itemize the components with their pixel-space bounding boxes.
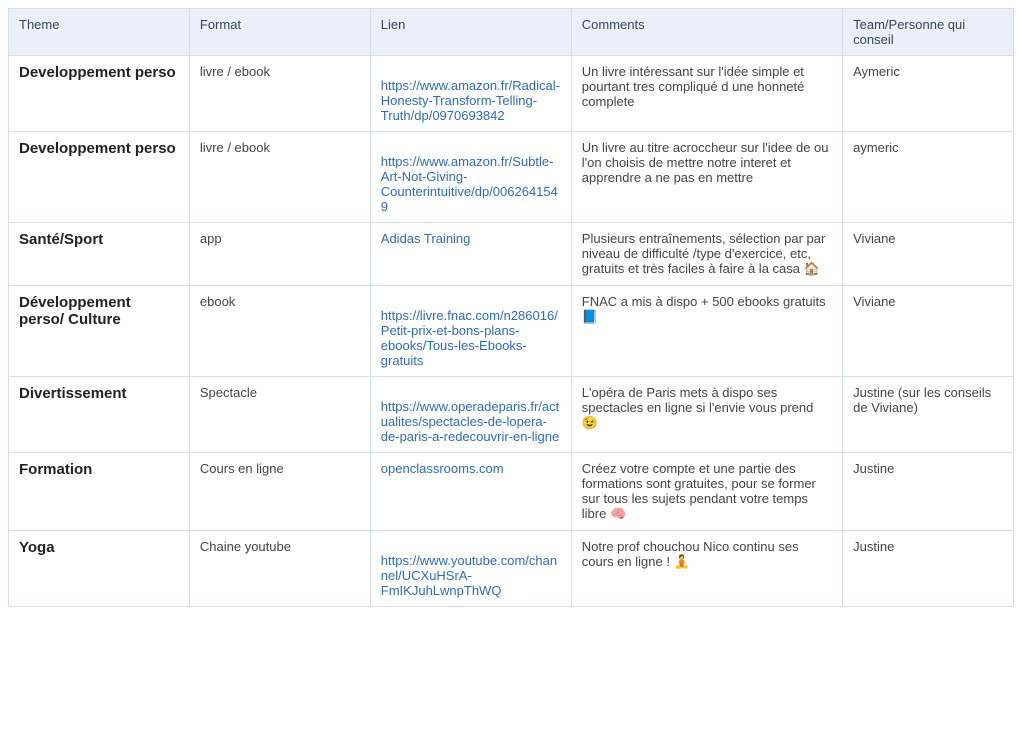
resource-link[interactable]: https://www.amazon.fr/Radical-Honesty-Tr… <box>381 78 560 123</box>
table-row: Yoga Chaine youtube https://www.youtube.… <box>9 531 1014 607</box>
resource-link[interactable]: https://livre.fnac.com/n286016/Petit-pri… <box>381 308 558 368</box>
link-cell: Adidas Training <box>370 223 571 286</box>
format-cell: ebook <box>189 286 370 377</box>
resource-link[interactable]: https://www.youtube.com/channel/UCXuHSrA… <box>381 553 557 598</box>
format-cell: livre / ebook <box>189 132 370 223</box>
header-team: Team/Personne qui conseil <box>843 9 1014 56</box>
theme-cell: Santé/Sport <box>9 223 190 286</box>
resource-link[interactable]: https://www.amazon.fr/Subtle-Art-Not-Giv… <box>381 154 558 214</box>
comments-cell: L'opéra de Paris mets à dispo ses specta… <box>571 377 842 453</box>
header-theme: Theme <box>9 9 190 56</box>
comments-cell: Notre prof chouchou Nico continu ses cou… <box>571 531 842 607</box>
table-row: Santé/Sport app Adidas Training Plusieur… <box>9 223 1014 286</box>
team-cell: Justine (sur les conseils de Viviane) <box>843 377 1014 453</box>
link-cell: openclassrooms.com <box>370 453 571 531</box>
format-cell: app <box>189 223 370 286</box>
link-cell: https://www.operadeparis.fr/actualites/s… <box>370 377 571 453</box>
comments-cell: FNAC a mis à dispo + 500 ebooks gratuits… <box>571 286 842 377</box>
team-cell: Viviane <box>843 223 1014 286</box>
resource-link[interactable]: https://www.operadeparis.fr/actualites/s… <box>381 399 559 444</box>
table-row: Formation Cours en ligne openclassrooms.… <box>9 453 1014 531</box>
table-row: Développement perso/ Culture ebook https… <box>9 286 1014 377</box>
format-cell: Chaine youtube <box>189 531 370 607</box>
table-row: Developpement perso livre / ebook https:… <box>9 132 1014 223</box>
team-cell: Justine <box>843 453 1014 531</box>
theme-cell: Développement perso/ Culture <box>9 286 190 377</box>
comments-cell: Un livre au titre acroccheur sur l'idee … <box>571 132 842 223</box>
format-cell: Spectacle <box>189 377 370 453</box>
resource-link[interactable]: openclassrooms.com <box>381 461 504 476</box>
link-cell: https://www.amazon.fr/Radical-Honesty-Tr… <box>370 56 571 132</box>
theme-cell: Yoga <box>9 531 190 607</box>
team-cell: Viviane <box>843 286 1014 377</box>
resources-table: Theme Format Lien Comments Team/Personne… <box>8 8 1014 607</box>
header-format: Format <box>189 9 370 56</box>
team-cell: aymeric <box>843 132 1014 223</box>
format-cell: Cours en ligne <box>189 453 370 531</box>
header-lien: Lien <box>370 9 571 56</box>
comments-cell: Un livre intéressant sur l'idée simple e… <box>571 56 842 132</box>
comments-cell: Plusieurs entraînements, sélection par p… <box>571 223 842 286</box>
comments-cell: Créez votre compte et une partie des for… <box>571 453 842 531</box>
theme-cell: Developpement perso <box>9 132 190 223</box>
team-cell: Aymeric <box>843 56 1014 132</box>
link-cell: https://livre.fnac.com/n286016/Petit-pri… <box>370 286 571 377</box>
format-cell: livre / ebook <box>189 56 370 132</box>
table-header-row: Theme Format Lien Comments Team/Personne… <box>9 9 1014 56</box>
theme-cell: Formation <box>9 453 190 531</box>
theme-cell: Developpement perso <box>9 56 190 132</box>
link-cell: https://www.youtube.com/channel/UCXuHSrA… <box>370 531 571 607</box>
table-row: Divertissement Spectacle https://www.ope… <box>9 377 1014 453</box>
team-cell: Justine <box>843 531 1014 607</box>
table-row: Developpement perso livre / ebook https:… <box>9 56 1014 132</box>
header-comments: Comments <box>571 9 842 56</box>
link-cell: https://www.amazon.fr/Subtle-Art-Not-Giv… <box>370 132 571 223</box>
theme-cell: Divertissement <box>9 377 190 453</box>
